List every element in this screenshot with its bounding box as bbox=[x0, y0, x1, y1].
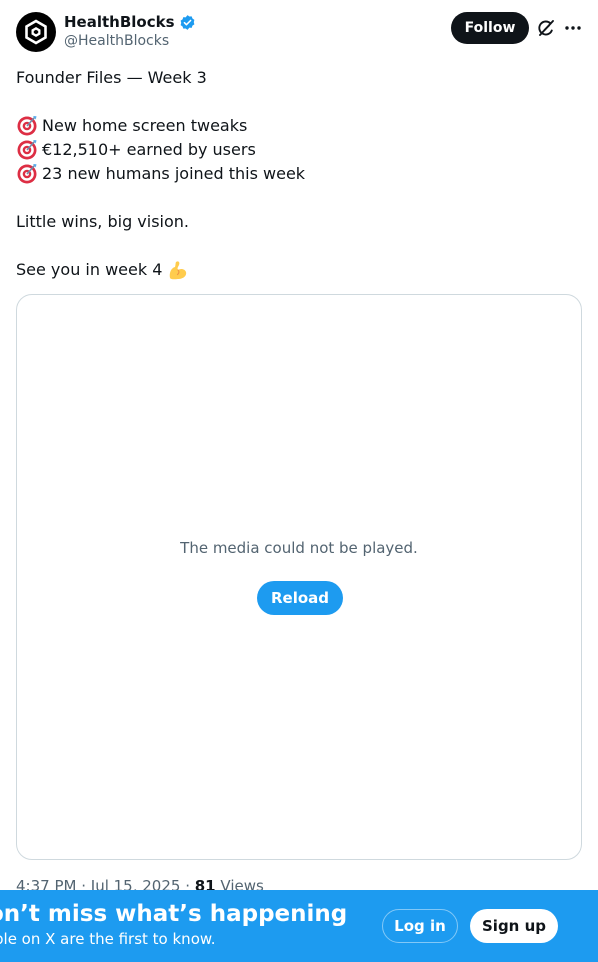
more-options-button[interactable] bbox=[561, 16, 585, 40]
target-emoji-icon bbox=[17, 140, 37, 160]
verified-badge-icon bbox=[180, 14, 194, 30]
tweet-line-text: New home screen tweaks bbox=[42, 116, 248, 135]
author-handle[interactable]: @HealthBlocks bbox=[64, 33, 169, 49]
reload-button[interactable]: Reload bbox=[257, 581, 343, 615]
follow-button[interactable]: Follow bbox=[451, 12, 529, 44]
target-emoji-icon bbox=[17, 116, 37, 136]
author-name[interactable]: HealthBlocks bbox=[64, 13, 196, 31]
tweet-line: New home screen tweaks bbox=[16, 114, 582, 138]
tweet-line: Little wins, big vision. bbox=[16, 212, 190, 231]
signup-banner: on’t miss what’s happening ple on X are … bbox=[0, 890, 598, 962]
tweet-line-text: See you in week 4 bbox=[16, 260, 163, 279]
target-emoji-icon bbox=[17, 164, 37, 184]
banner-title: on’t miss what’s happening bbox=[0, 901, 348, 927]
author-name-text: HealthBlocks bbox=[64, 13, 175, 31]
tweet-line: See you in week 4 bbox=[16, 258, 582, 282]
tweet-line-text: €12,510+ earned by users bbox=[42, 140, 256, 159]
log-in-button[interactable]: Log in bbox=[382, 909, 458, 943]
media-player: The media could not be played. Reload bbox=[16, 294, 582, 860]
more-options-icon bbox=[565, 26, 581, 30]
tweet-line: 23 new humans joined this week bbox=[16, 162, 582, 186]
flexed-biceps-emoji-icon bbox=[170, 261, 187, 280]
grok-button[interactable] bbox=[534, 16, 558, 40]
tweet-line: Founder Files — Week 3 bbox=[16, 68, 207, 87]
grok-icon bbox=[538, 20, 554, 36]
tweet-line: €12,510+ earned by users bbox=[16, 138, 582, 162]
tweet-line-text: 23 new humans joined this week bbox=[42, 164, 306, 183]
healthblocks-logo-icon bbox=[25, 19, 47, 45]
tweet-text: Founder Files — Week 3 New home screen t… bbox=[16, 66, 582, 282]
media-error-text: The media could not be played. bbox=[180, 539, 418, 557]
avatar[interactable] bbox=[16, 12, 56, 52]
banner-subtitle: ple on X are the first to know. bbox=[0, 930, 216, 948]
tweet: HealthBlocks @HealthBlocks Follow Founde… bbox=[0, 0, 598, 962]
sign-up-button[interactable]: Sign up bbox=[470, 909, 558, 943]
